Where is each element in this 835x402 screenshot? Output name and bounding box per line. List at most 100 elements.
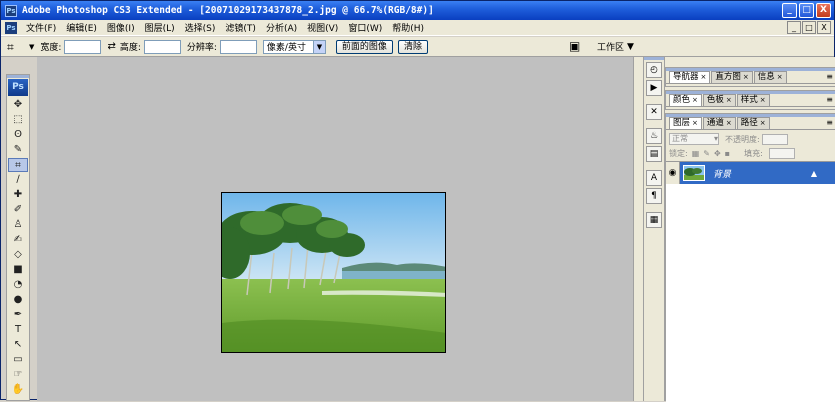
tools-preset-icon[interactable]: ✕ xyxy=(646,104,662,120)
character-icon[interactable]: A xyxy=(646,170,662,186)
dodge-tool-icon[interactable]: ● xyxy=(8,293,28,307)
path-selection-tool-icon[interactable]: ↖ xyxy=(8,338,28,352)
tab-channels[interactable]: 通道 × xyxy=(702,117,736,129)
measurement-log-icon[interactable]: ▦ xyxy=(646,212,662,228)
color-tabs: 颜色 × 色板 × 样式 × ≡ xyxy=(666,94,835,107)
close-icon[interactable]: × xyxy=(760,95,766,106)
opacity-input[interactable] xyxy=(761,133,788,145)
layer-comps-icon[interactable]: ▤ xyxy=(646,146,662,162)
height-input[interactable] xyxy=(143,39,181,54)
menu-view[interactable]: 视图(V) xyxy=(302,21,343,34)
lock-all-icon[interactable]: ▪ xyxy=(725,149,730,158)
tab-layers[interactable]: 图层 × xyxy=(669,117,702,129)
window-title: Adobe Photoshop CS3 Extended - [20071029… xyxy=(22,5,434,16)
minimize-button[interactable]: _ xyxy=(782,3,797,18)
menu-filter[interactable]: 滤镜(T) xyxy=(220,21,261,34)
lock-transparency-icon[interactable]: ▦ xyxy=(692,149,700,158)
document-image[interactable] xyxy=(221,192,446,353)
close-icon[interactable]: × xyxy=(726,118,732,129)
history-brush-tool-icon[interactable]: ✍ xyxy=(8,233,28,247)
maximize-button[interactable]: □ xyxy=(799,3,814,18)
menu-help[interactable]: 帮助(H) xyxy=(387,21,429,34)
tab-swatches[interactable]: 色板 × xyxy=(702,94,736,106)
front-image-button[interactable]: 前面的图像 xyxy=(335,39,393,54)
panel-menu-icon[interactable]: ≡ xyxy=(826,95,833,104)
lasso-tool-icon[interactable]: ʘ xyxy=(8,128,28,142)
swap-icon[interactable]: ⇄ xyxy=(107,41,115,52)
close-icon[interactable]: × xyxy=(777,72,783,83)
title-bar[interactable]: Ps Adobe Photoshop CS3 Extended - [20071… xyxy=(1,1,834,20)
tab-histogram[interactable]: 直方图 × xyxy=(711,71,753,83)
type-tool-icon[interactable]: T xyxy=(8,323,28,337)
notes-tool-icon[interactable]: ☞ xyxy=(8,368,28,382)
hand-tool-icon[interactable]: ✋ xyxy=(8,383,28,397)
tab-styles[interactable]: 样式 × xyxy=(736,94,770,106)
tab-color[interactable]: 颜色 × xyxy=(669,94,702,106)
close-icon[interactable]: × xyxy=(692,95,698,106)
doc-restore-button[interactable]: □ xyxy=(802,21,816,34)
healing-tool-icon[interactable]: ✚ xyxy=(8,188,28,202)
tab-channels-label: 通道 xyxy=(706,118,724,128)
resolution-input[interactable] xyxy=(219,39,257,54)
eyedropper-tool-icon[interactable]: ∕ xyxy=(8,173,28,187)
menu-edit[interactable]: 编辑(E) xyxy=(61,21,102,34)
clone-source-icon[interactable]: ♨ xyxy=(646,128,662,144)
fill-input[interactable] xyxy=(768,147,795,159)
canvas-area[interactable] xyxy=(37,57,633,401)
blur-tool-icon[interactable]: ◔ xyxy=(8,278,28,292)
lock-image-icon[interactable]: ✎ xyxy=(703,149,710,158)
toolbox: Ps ✥ ⬚ ʘ ✎ ⌗ ∕ ✚ ✐ ♙ ✍ ◇ ■ ◔ ● ✒ T ↖ ▭ ☞… xyxy=(6,74,30,401)
shape-tool-icon[interactable]: ▭ xyxy=(8,353,28,367)
resolution-unit-select[interactable]: 像素/英寸 ▼ xyxy=(262,39,326,54)
menu-image[interactable]: 图像(I) xyxy=(102,21,140,34)
toolbox-grip[interactable] xyxy=(7,75,29,78)
blend-mode-select[interactable]: 正常 ▾ xyxy=(669,133,719,145)
menu-select[interactable]: 选择(S) xyxy=(180,21,221,34)
close-icon[interactable]: × xyxy=(692,118,698,129)
menu-ps-logo[interactable]: Ps xyxy=(5,21,17,34)
tool-preset-arrow-icon[interactable]: ▼ xyxy=(29,43,34,51)
resolution-unit-value: 像素/英寸 xyxy=(266,43,306,53)
workspace-button[interactable]: 工作区 ▼ xyxy=(597,40,634,54)
tab-navigator[interactable]: 导航器 × xyxy=(669,71,711,83)
history-icon[interactable]: ◴ xyxy=(646,62,662,78)
tab-info[interactable]: 信息 × xyxy=(753,71,787,83)
close-button[interactable]: X xyxy=(816,3,831,18)
stamp-tool-icon[interactable]: ♙ xyxy=(8,218,28,232)
toolbox-ps-logo[interactable]: Ps xyxy=(8,79,28,96)
close-icon[interactable]: × xyxy=(743,72,749,83)
lock-position-icon[interactable]: ✥ xyxy=(714,149,721,158)
eye-icon[interactable]: ◉ xyxy=(666,162,680,184)
menu-analysis[interactable]: 分析(A) xyxy=(261,21,302,34)
workspace-label: 工作区 xyxy=(597,43,625,53)
marquee-tool-icon[interactable]: ⬚ xyxy=(8,113,28,127)
close-icon[interactable]: × xyxy=(701,72,707,83)
menu-file[interactable]: 文件(F) xyxy=(21,21,61,34)
lock-row: 锁定: ▦ ✎ ✥ ▪ 填充: xyxy=(669,146,832,160)
layer-row-background[interactable]: ◉ 背景 ▲ xyxy=(666,162,835,184)
menu-layer[interactable]: 图层(L) xyxy=(140,21,180,34)
clear-button[interactable]: 清除 xyxy=(397,39,428,54)
vertical-scrollbar[interactable] xyxy=(633,57,643,401)
width-input[interactable] xyxy=(64,39,102,54)
close-icon[interactable]: × xyxy=(760,118,766,129)
close-icon[interactable]: × xyxy=(726,95,732,106)
actions-icon[interactable]: ▶ xyxy=(646,80,662,96)
pen-tool-icon[interactable]: ✒ xyxy=(8,308,28,322)
menu-window[interactable]: 窗口(W) xyxy=(343,21,387,34)
magic-wand-tool-icon[interactable]: ✎ xyxy=(8,143,28,157)
panel-menu-icon[interactable]: ≡ xyxy=(826,72,833,81)
gradient-tool-icon[interactable]: ■ xyxy=(8,263,28,277)
paragraph-icon[interactable]: ¶ xyxy=(646,188,662,204)
crop-tool-icon[interactable]: ⌗ xyxy=(8,158,28,172)
doc-close-button[interactable]: X xyxy=(817,21,831,34)
eraser-tool-icon[interactable]: ◇ xyxy=(8,248,28,262)
panel-menu-icon[interactable]: ≡ xyxy=(826,118,833,127)
crop-icon[interactable]: ⌗ xyxy=(7,39,29,55)
dock-grip[interactable] xyxy=(644,57,664,60)
camera-icon[interactable]: ▣ xyxy=(569,39,580,53)
doc-minimize-button[interactable]: _ xyxy=(787,21,801,34)
brush-tool-icon[interactable]: ✐ xyxy=(8,203,28,217)
move-tool-icon[interactable]: ✥ xyxy=(8,98,28,112)
tab-paths[interactable]: 路径 × xyxy=(736,117,770,129)
